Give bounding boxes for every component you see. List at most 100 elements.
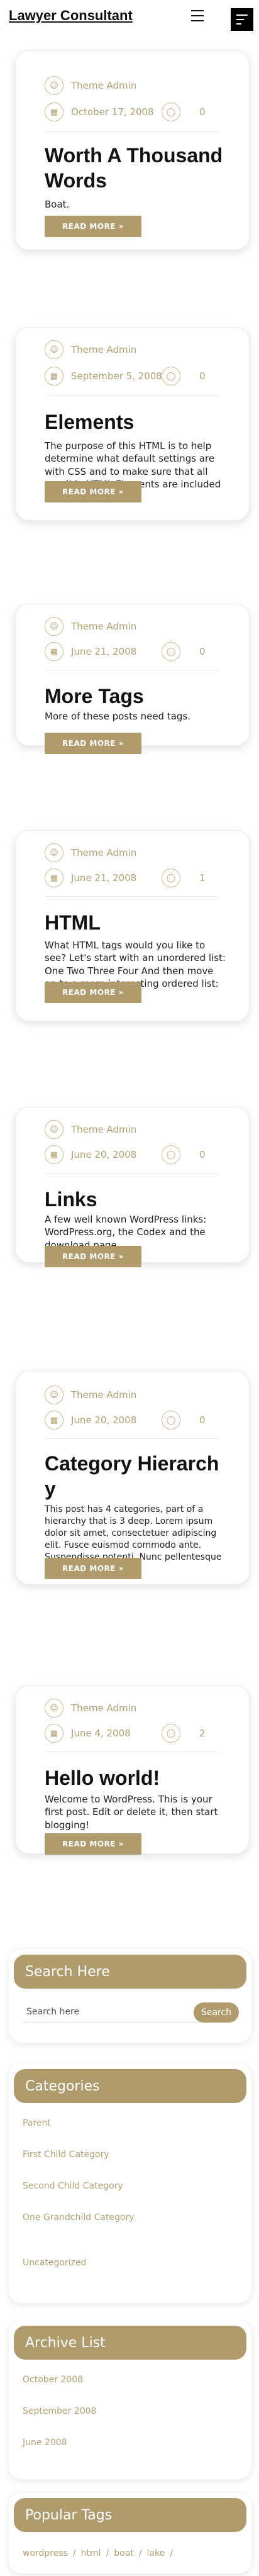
calendar-icon: ▦ [45, 869, 63, 887]
read-more-button[interactable]: READ MORE » [45, 733, 141, 754]
post-title[interactable]: Elements [45, 409, 233, 435]
post-comments[interactable]: ◯ 0 [162, 367, 206, 386]
comment-icon: ◯ [162, 1145, 180, 1164]
post-comments[interactable]: ◯ 2 [162, 1724, 206, 1743]
archive-widget: Archive List October 2008 September 2008… [9, 2321, 251, 2479]
menu-toggle-button[interactable] [231, 8, 253, 31]
popular-tags-widget: Popular Tags wordpress / html / boat / l… [9, 2493, 251, 2573]
comment-icon: ◯ [162, 642, 180, 661]
tag-separator: / [170, 2548, 173, 2558]
post-author[interactable]: ☺ Theme Admin [45, 1385, 136, 1404]
comment-icon: ◯ [162, 869, 180, 887]
tag-link[interactable]: html [81, 2548, 101, 2558]
tag-separator: / [106, 2548, 109, 2558]
post-card: ☺ Theme Admin ▦ June 21, 2008 ◯ 1 HTML What… [15, 830, 250, 1021]
comment-icon: ◯ [162, 1411, 180, 1430]
post-excerpt: More of these posts need tags. [45, 711, 191, 722]
calendar-icon: ▦ [45, 1724, 63, 1743]
archive-link[interactable]: September 2008 [23, 2406, 96, 2416]
post-title[interactable]: HTML [45, 910, 233, 935]
site-header: Lawyer Consultant [0, 0, 259, 38]
post-title[interactable]: More Tags [45, 684, 233, 709]
tag-list: wordpress / html / boat / lake / [23, 2548, 178, 2558]
post-card: ☺ Theme Admin ▦ June 4, 2008 ◯ 2 Hello worl… [15, 1685, 250, 1855]
category-link[interactable]: Uncategorized [23, 2258, 86, 2268]
post-comments[interactable]: ◯ 0 [162, 103, 206, 121]
calendar-icon: ▦ [45, 1411, 63, 1430]
read-more-button[interactable]: READ MORE » [45, 481, 141, 502]
archive-widget-title: Archive List [14, 2326, 246, 2360]
search-widget: Search Here Search [9, 1950, 251, 2043]
archive-link[interactable]: October 2008 [23, 2375, 83, 2385]
read-more-button[interactable]: READ MORE » [45, 1246, 141, 1267]
post-author[interactable]: ☺ Theme Admin [45, 843, 136, 862]
popular-tags-widget-title: Popular Tags [14, 2498, 246, 2532]
tag-separator: / [72, 2548, 76, 2558]
comment-icon: ◯ [162, 367, 180, 386]
read-more-button[interactable]: READ MORE » [45, 1558, 141, 1579]
user-icon: ☺ [45, 617, 63, 636]
user-icon: ☺ [45, 1385, 63, 1404]
post-title[interactable]: Worth A Thousand Words [45, 143, 233, 193]
post-title[interactable]: Category Hierarchy [45, 1451, 221, 1501]
user-icon: ☺ [45, 843, 63, 862]
post-excerpt: Boat. [45, 199, 70, 210]
read-more-button[interactable]: READ MORE » [45, 216, 141, 237]
category-link[interactable]: One Grandchild Category [23, 2212, 135, 2223]
post-card: ☺ Theme Admin ▦ June 21, 2008 ◯ 0 More Tags… [15, 604, 250, 754]
post-date[interactable]: ▦ October 17, 2008 [45, 103, 154, 121]
meta-divider [46, 131, 219, 132]
post-date[interactable]: ▦ June 20, 2008 [45, 1411, 136, 1430]
post-card: ☺ Theme Admin ▦ June 20, 2008 ◯ 0 Links A f… [15, 1107, 250, 1267]
post-author[interactable]: ☺ Theme Admin [45, 617, 136, 636]
calendar-icon: ▦ [45, 1145, 63, 1164]
post-author[interactable]: ☺ Theme Admin [45, 340, 136, 359]
post-date[interactable]: ▦ June 21, 2008 [45, 642, 136, 661]
post-date[interactable]: ▦ June 4, 2008 [45, 1724, 131, 1743]
tag-separator: / [138, 2548, 142, 2558]
search-widget-title: Search Here [14, 1955, 246, 1989]
user-icon: ☺ [45, 1120, 63, 1139]
post-card: ☺ Theme Admin ▦ June 20, 2008 ◯ 0 Category … [15, 1371, 250, 1585]
site-title[interactable]: Lawyer Consultant [9, 8, 133, 24]
tag-link[interactable]: boat [114, 2548, 134, 2558]
hamburger-icon[interactable] [191, 10, 204, 21]
category-link[interactable]: First Child Category [23, 2150, 109, 2160]
post-author[interactable]: ☺ Theme Admin [45, 76, 136, 95]
post-date[interactable]: ▦ September 5, 2008 [45, 367, 162, 386]
post-author[interactable]: ☺ Theme Admin [45, 1699, 136, 1718]
read-more-button[interactable]: READ MORE » [45, 1833, 141, 1855]
categories-widget-title: Categories [14, 2069, 246, 2103]
search-input[interactable] [23, 2001, 205, 2023]
post-title[interactable]: Links [45, 1187, 233, 1212]
category-link[interactable]: Parent [23, 2118, 51, 2128]
calendar-icon: ▦ [45, 367, 63, 386]
post-date[interactable]: ▦ June 21, 2008 [45, 869, 136, 887]
post-author[interactable]: ☺ Theme Admin [45, 1120, 136, 1139]
post-card: ☺ Theme Admin ▦ October 17, 2008 ◯ 0 Worth … [15, 50, 250, 250]
tag-link[interactable]: wordpress [23, 2548, 68, 2558]
tag-link[interactable]: lake [147, 2548, 165, 2558]
meta-divider [46, 896, 219, 897]
post-excerpt: Welcome to WordPress. This is your first… [45, 1794, 218, 1831]
meta-divider [46, 1438, 219, 1439]
post-comments[interactable]: ◯ 0 [162, 1411, 206, 1430]
comment-icon: ◯ [162, 103, 180, 121]
meta-divider [46, 1173, 219, 1174]
archive-link[interactable]: June 2008 [23, 2438, 67, 2448]
post-date[interactable]: ▦ June 20, 2008 [45, 1145, 136, 1164]
post-comments[interactable]: ◯ 0 [162, 1145, 206, 1164]
categories-widget: Categories Parent First Child Category S… [9, 2064, 251, 2303]
post-comments[interactable]: ◯ 0 [162, 642, 206, 661]
search-button[interactable]: Search [194, 2002, 239, 2023]
user-icon: ☺ [45, 340, 63, 359]
post-card: ☺ Theme Admin ▦ September 5, 2008 ◯ 0 Eleme… [15, 327, 250, 521]
user-icon: ☺ [45, 76, 63, 95]
post-comments[interactable]: ◯ 1 [162, 869, 206, 887]
category-link[interactable]: Second Child Category [23, 2181, 123, 2191]
calendar-icon: ▦ [45, 103, 63, 121]
user-icon: ☺ [45, 1699, 63, 1718]
post-title[interactable]: Hello world! [45, 1765, 233, 1790]
read-more-button[interactable]: READ MORE » [45, 982, 141, 1003]
comment-icon: ◯ [162, 1724, 180, 1743]
